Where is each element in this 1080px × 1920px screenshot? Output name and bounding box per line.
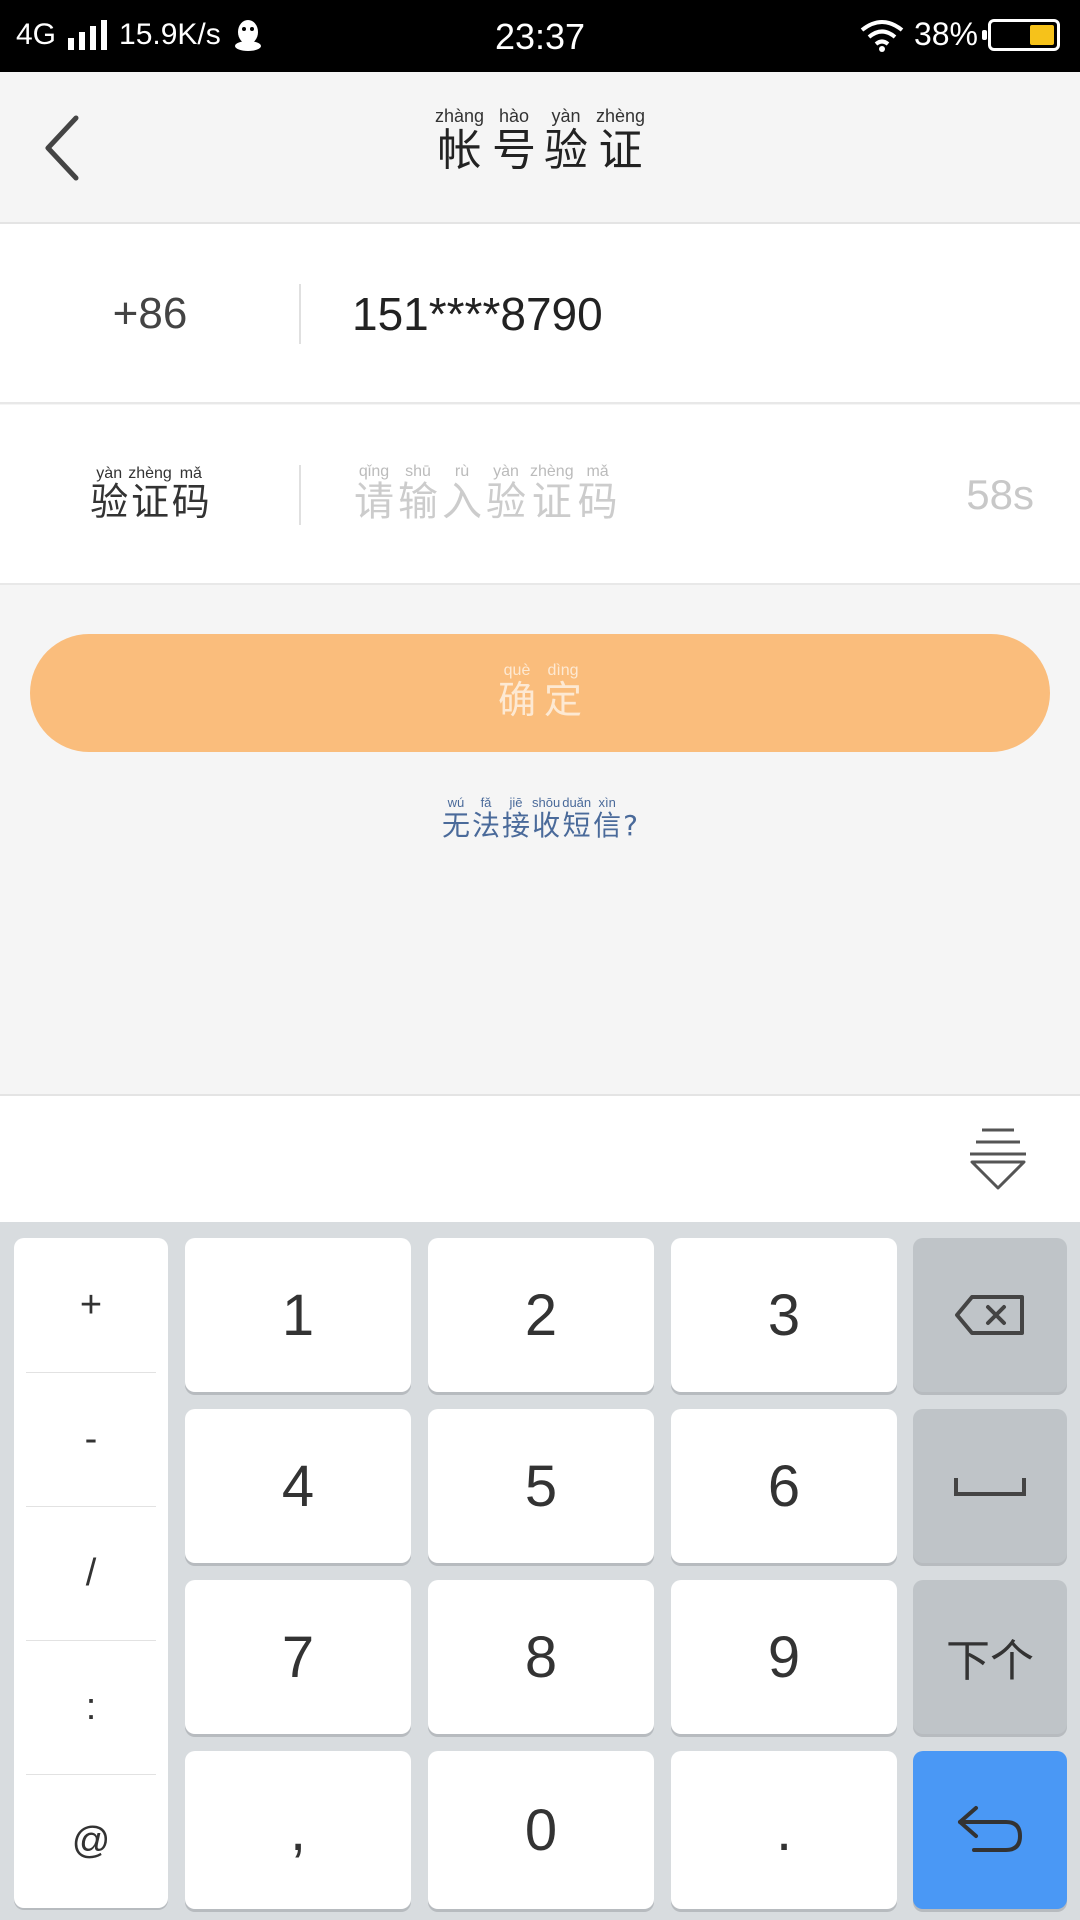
key-6[interactable]: 6 xyxy=(671,1409,897,1563)
divider xyxy=(299,465,301,525)
hide-keyboard-button[interactable] xyxy=(968,1124,1028,1194)
wifi-icon xyxy=(860,19,904,52)
cannot-receive-sms-link[interactable]: 无wú法fǎ接jiē收shōu短duǎn信xìn? xyxy=(0,795,1080,844)
battery-icon xyxy=(982,18,1060,51)
ruby-char: 帐zhàng xyxy=(434,106,484,176)
country-code[interactable]: +86 xyxy=(0,224,300,404)
pinyin: yàn xyxy=(90,464,129,482)
pinyin: rù xyxy=(442,463,482,480)
key-2[interactable]: 2 xyxy=(428,1238,654,1392)
ruby-char: 接jiē xyxy=(502,795,531,842)
page-title: 帐zhàng号hào验yàn证zhèng xyxy=(0,106,1080,178)
ruby-char: 码mǎ xyxy=(577,463,618,524)
pinyin: zhèng xyxy=(530,463,574,480)
divider xyxy=(299,284,301,344)
pinyin: zhàng xyxy=(434,106,484,126)
key-7[interactable]: 7 xyxy=(185,1580,411,1734)
key-colon[interactable]: : xyxy=(14,1640,168,1774)
pinyin: duǎn xyxy=(562,795,592,810)
resend-countdown: 58s xyxy=(966,471,1034,518)
pinyin: shū xyxy=(398,463,438,480)
symbol-column: + - / : @ xyxy=(14,1238,168,1908)
ruby-char: 入rù xyxy=(442,463,482,524)
backspace-button[interactable] xyxy=(913,1238,1067,1392)
pinyin: què xyxy=(497,662,536,679)
pinyin: xìn xyxy=(593,795,622,810)
ruby-char: 法fǎ xyxy=(471,795,500,842)
ruby-char: 收shōu xyxy=(532,795,561,842)
backspace-icon xyxy=(955,1295,1024,1335)
key-4[interactable]: 4 xyxy=(185,1409,411,1563)
pinyin: wú xyxy=(441,795,470,810)
pinyin: mǎ xyxy=(577,463,618,480)
keyboard-toolbar xyxy=(0,1094,1080,1222)
ruby-char: 验yàn xyxy=(486,463,526,524)
key-8[interactable]: 8 xyxy=(428,1580,654,1734)
next-button[interactable]: 下个 xyxy=(913,1580,1067,1734)
ruby-char: 号hào xyxy=(491,106,536,176)
pinyin: zhèng xyxy=(595,106,646,126)
key-slash[interactable]: / xyxy=(14,1506,168,1640)
enter-icon xyxy=(958,1806,1023,1852)
key-comma[interactable]: , xyxy=(185,1751,411,1909)
pinyin: dìng xyxy=(544,662,583,679)
pinyin: yàn xyxy=(486,463,526,480)
space-icon xyxy=(954,1478,1026,1496)
code-input[interactable]: 请qǐng 输shū 入rù 验yàn 证zhèng 码mǎ xyxy=(352,405,620,585)
ruby-char: 确què xyxy=(497,662,536,722)
numeric-keyboard: + - / : @ 1 2 3 4 5 6 7 8 9 下个 , 0 . xyxy=(0,1222,1080,1920)
enter-button[interactable] xyxy=(913,1751,1067,1909)
pinyin: mǎ xyxy=(171,464,210,482)
key-at[interactable]: @ xyxy=(14,1774,168,1908)
ruby-char: 验yàn xyxy=(543,106,588,176)
confirm-button[interactable]: 确què 定dìng xyxy=(30,634,1050,752)
pinyin: yàn xyxy=(543,106,588,126)
pinyin: qǐng xyxy=(354,463,394,480)
ruby-char: 证zhèng xyxy=(530,463,574,524)
ruby-char: 短duǎn xyxy=(562,795,592,842)
ruby-char: 信xìn xyxy=(593,795,622,842)
battery-percent: 38% xyxy=(913,16,978,52)
pinyin: zhèng xyxy=(128,464,172,482)
ruby-char: 证zhèng xyxy=(128,464,172,524)
ruby-char: ? xyxy=(623,809,639,842)
phone-number: 151****8790 xyxy=(352,288,603,340)
key-3[interactable]: 3 xyxy=(671,1238,897,1392)
pinyin: jiē xyxy=(502,795,531,810)
code-label: 验yàn 证zhèng 码mǎ xyxy=(0,405,300,585)
header: 帐zhàng号hào验yàn证zhèng xyxy=(0,72,1080,224)
pinyin: hào xyxy=(491,106,536,126)
ruby-char: 证zhèng xyxy=(595,106,646,176)
status-bar: 4G 15.9K/s 23:37 38% xyxy=(0,0,1080,72)
pinyin: fǎ xyxy=(471,795,500,810)
ruby-char: 请qǐng xyxy=(354,463,394,524)
code-row: 验yàn 证zhèng 码mǎ 请qǐng 输shū 入rù 验yàn 证zhèng 码mǎ … xyxy=(0,405,1080,585)
hide-keyboard-icon xyxy=(970,1128,1026,1190)
ruby-char: 输shū xyxy=(398,463,438,524)
pinyin: shōu xyxy=(532,795,561,810)
key-1[interactable]: 1 xyxy=(185,1238,411,1392)
key-9[interactable]: 9 xyxy=(671,1580,897,1734)
key-minus[interactable]: - xyxy=(14,1372,168,1506)
space-button[interactable] xyxy=(913,1409,1067,1563)
phone-row: +86 151****8790 xyxy=(0,224,1080,404)
ruby-char: 无wú xyxy=(441,795,470,842)
key-5[interactable]: 5 xyxy=(428,1409,654,1563)
key-plus[interactable]: + xyxy=(14,1238,168,1372)
key-period[interactable]: . xyxy=(671,1751,897,1909)
key-0[interactable]: 0 xyxy=(428,1751,654,1909)
ruby-char: 验yàn xyxy=(90,464,129,524)
ruby-char: 定dìng xyxy=(544,662,583,722)
ruby-char: 码mǎ xyxy=(171,464,210,524)
